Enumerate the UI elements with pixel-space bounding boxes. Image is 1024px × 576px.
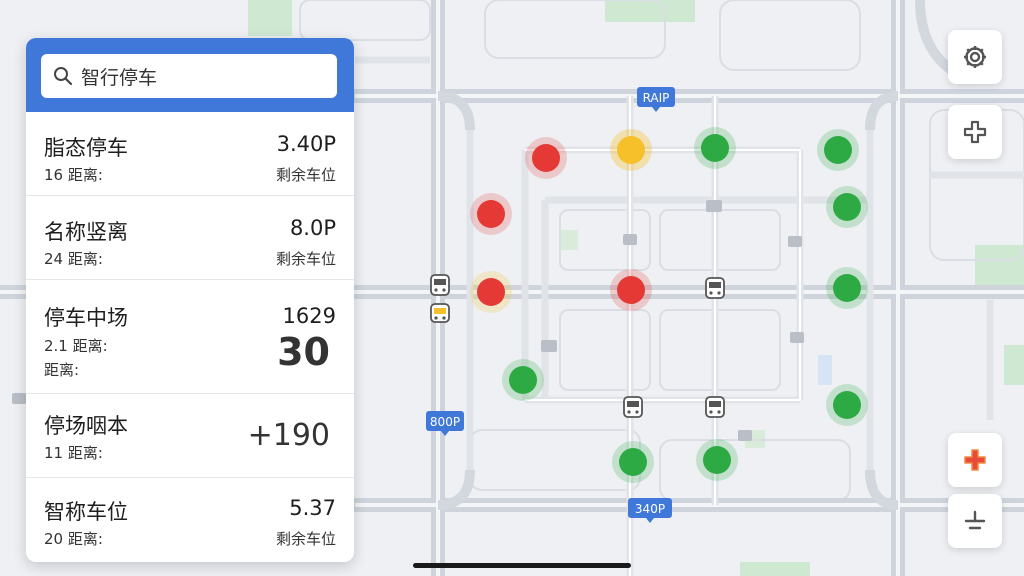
parking-distance: 16 距离:: [44, 166, 103, 184]
parking-list-panel: 智行停车 脂态停车 16 距离: 3.40P 剩余车位 名称竖离 24 距离: …: [26, 38, 354, 562]
parking-name: 智称车位: [44, 500, 128, 524]
parking-sub: 剩余车位: [275, 530, 336, 548]
settings-button[interactable]: [948, 30, 1002, 84]
park-area: [975, 245, 1024, 285]
parking-distance: 11 距离:: [44, 444, 103, 462]
add-button[interactable]: [948, 105, 1002, 159]
park-area: [1004, 345, 1024, 385]
home-indicator[interactable]: [413, 563, 631, 568]
parking-name: 停车中场: [44, 306, 128, 330]
list-item[interactable]: 名称竖离 24 距离: 8.0P 剩余车位: [26, 196, 354, 280]
parking-spaces-count: 30: [277, 330, 330, 374]
svg-text:800P: 800P: [430, 415, 460, 429]
parking-marker-full[interactable]: [525, 137, 567, 179]
bus-icon: [705, 396, 725, 418]
panel-header: 智行停车: [26, 38, 354, 112]
parking-distance: 20 距离:: [44, 530, 103, 548]
minus-icon: [964, 510, 986, 530]
bus-icon: [623, 396, 643, 418]
park-area: [248, 0, 292, 36]
zoom-out-button[interactable]: [948, 494, 1002, 548]
parking-name: 停场咽本: [44, 414, 128, 438]
bus-icon: [705, 277, 725, 299]
parking-sub: 剩余车位: [275, 250, 336, 268]
park-area: [740, 562, 810, 576]
parking-name: 名称竖离: [44, 220, 128, 244]
parking-sub: 剩余车位: [275, 166, 336, 184]
list-item[interactable]: 脂态停车 16 距离: 3.40P 剩余车位: [26, 112, 354, 196]
parking-marker-available[interactable]: [826, 267, 868, 309]
parking-marker-limited[interactable]: [610, 129, 652, 171]
parking-distance-secondary: 距离:: [44, 361, 80, 379]
parking-marker-available[interactable]: [826, 186, 868, 228]
list-item[interactable]: 停场咽本 11 距离: +190: [26, 394, 354, 478]
search-placeholder: 智行停车: [81, 66, 158, 89]
bus-icon: [430, 303, 450, 323]
parking-distance: 24 距离:: [44, 250, 103, 268]
park-area: [560, 230, 578, 250]
parking-name: 脂态停车: [44, 136, 128, 160]
parking-value: 5.37: [289, 496, 336, 520]
list-item[interactable]: 智称车位 20 距离: 5.37 剩余车位: [26, 478, 354, 562]
park-area: [605, 0, 695, 22]
parking-marker-available[interactable]: [502, 359, 544, 401]
plus-icon: [963, 120, 987, 144]
parking-marker-full[interactable]: [470, 193, 512, 235]
parking-marker-available[interactable]: [817, 129, 859, 171]
location-button[interactable]: [948, 433, 1002, 487]
parking-value: 8.0P: [289, 216, 336, 240]
parking-marker-full[interactable]: [470, 271, 512, 313]
parking-distance: 2.1 距离:: [44, 337, 108, 355]
parking-value: 3.40P: [276, 132, 336, 156]
svg-text:RAIP: RAIP: [643, 91, 670, 105]
water-area: [818, 355, 832, 385]
bus-icon: [430, 274, 450, 296]
gear-icon: [964, 46, 986, 68]
search-icon: [54, 67, 73, 86]
parking-marker-available[interactable]: [826, 384, 868, 426]
search-input[interactable]: 智行停车: [41, 54, 337, 98]
parking-marker-available[interactable]: [612, 441, 654, 483]
parking-marker-available[interactable]: [696, 439, 738, 481]
parking-list: 脂态停车 16 距离: 3.40P 剩余车位 名称竖离 24 距离: 8.0P …: [26, 112, 354, 562]
parking-spaces-count: +190: [247, 418, 330, 453]
svg-text:340P: 340P: [635, 502, 665, 516]
parking-marker-full[interactable]: [610, 269, 652, 311]
location-icon: [964, 449, 986, 471]
list-item[interactable]: 停车中场 2.1 距离: 距离: 1629 30: [26, 280, 354, 394]
parking-marker-available[interactable]: [694, 127, 736, 169]
parking-value: 1629: [282, 304, 336, 328]
